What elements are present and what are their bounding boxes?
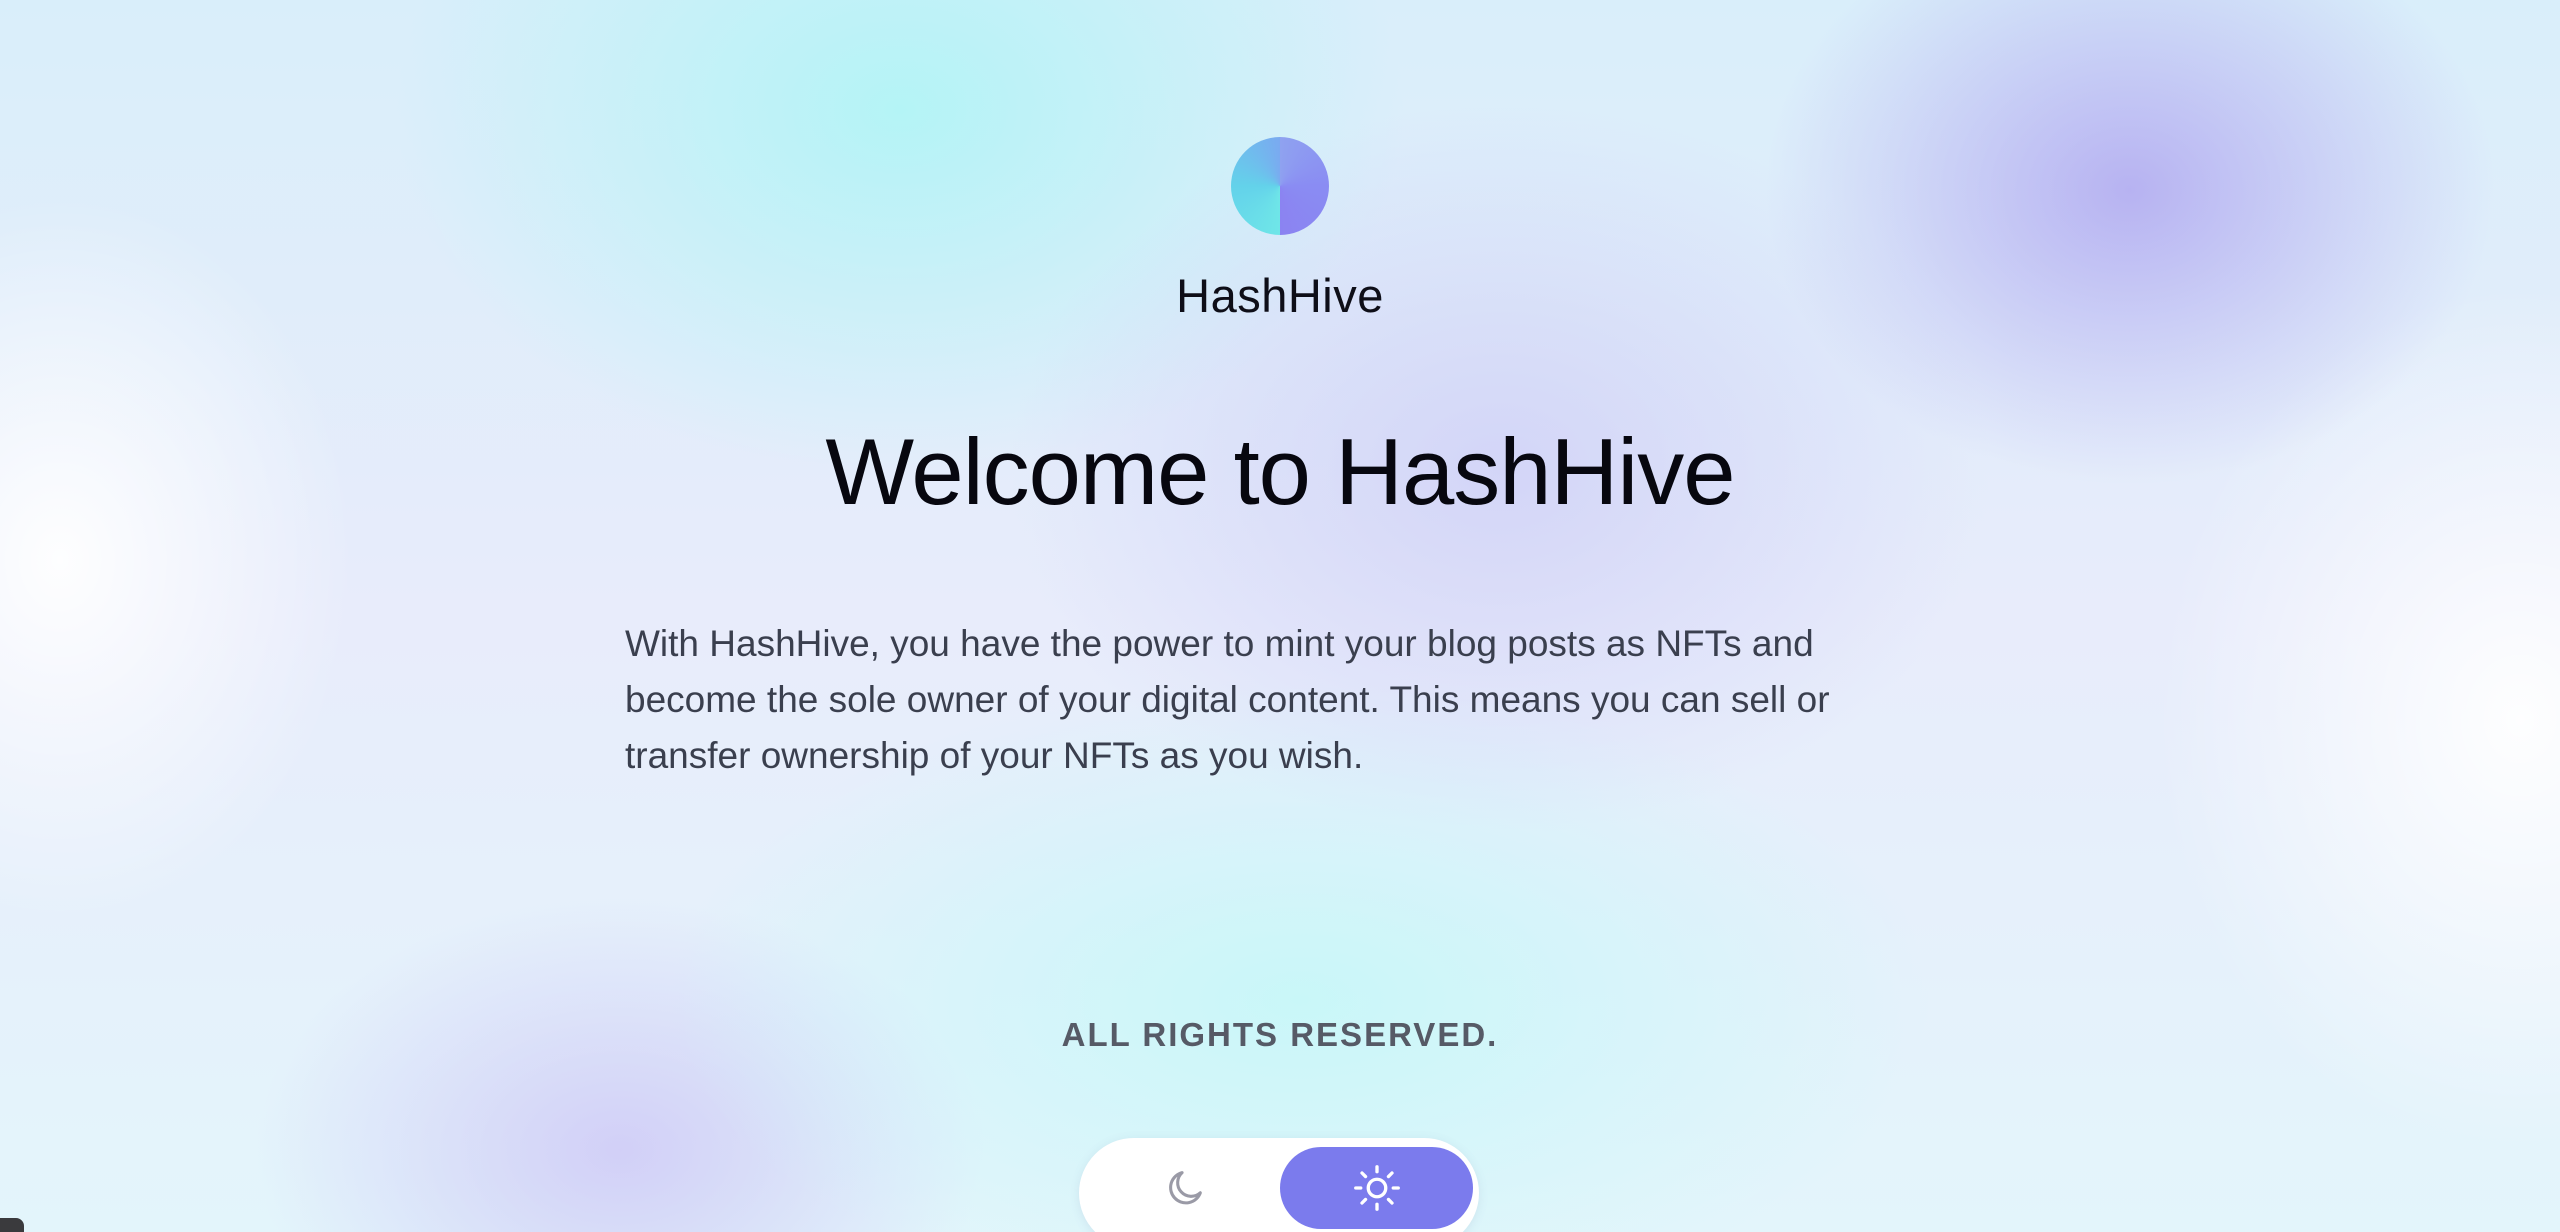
copyright-notice: ALL RIGHTS RESERVED. xyxy=(1061,1016,1499,1053)
sun-icon xyxy=(1353,1165,1400,1211)
status-bar-tooltip xyxy=(0,1218,24,1232)
hashhive-logo xyxy=(1231,137,1329,235)
intro-paragraph: With HashHive, you have the power to min… xyxy=(625,623,1830,776)
brand-name: HashHive xyxy=(1176,269,1384,322)
light-mode-button[interactable] xyxy=(1280,1147,1473,1229)
theme-toggle xyxy=(1079,1138,1479,1232)
page-title: Welcome to HashHive xyxy=(825,419,1735,524)
moon-icon xyxy=(1168,1171,1202,1205)
landing-page: HashHive Welcome to HashHive With HashHi… xyxy=(0,0,2560,1232)
dark-mode-button[interactable] xyxy=(1088,1147,1281,1229)
